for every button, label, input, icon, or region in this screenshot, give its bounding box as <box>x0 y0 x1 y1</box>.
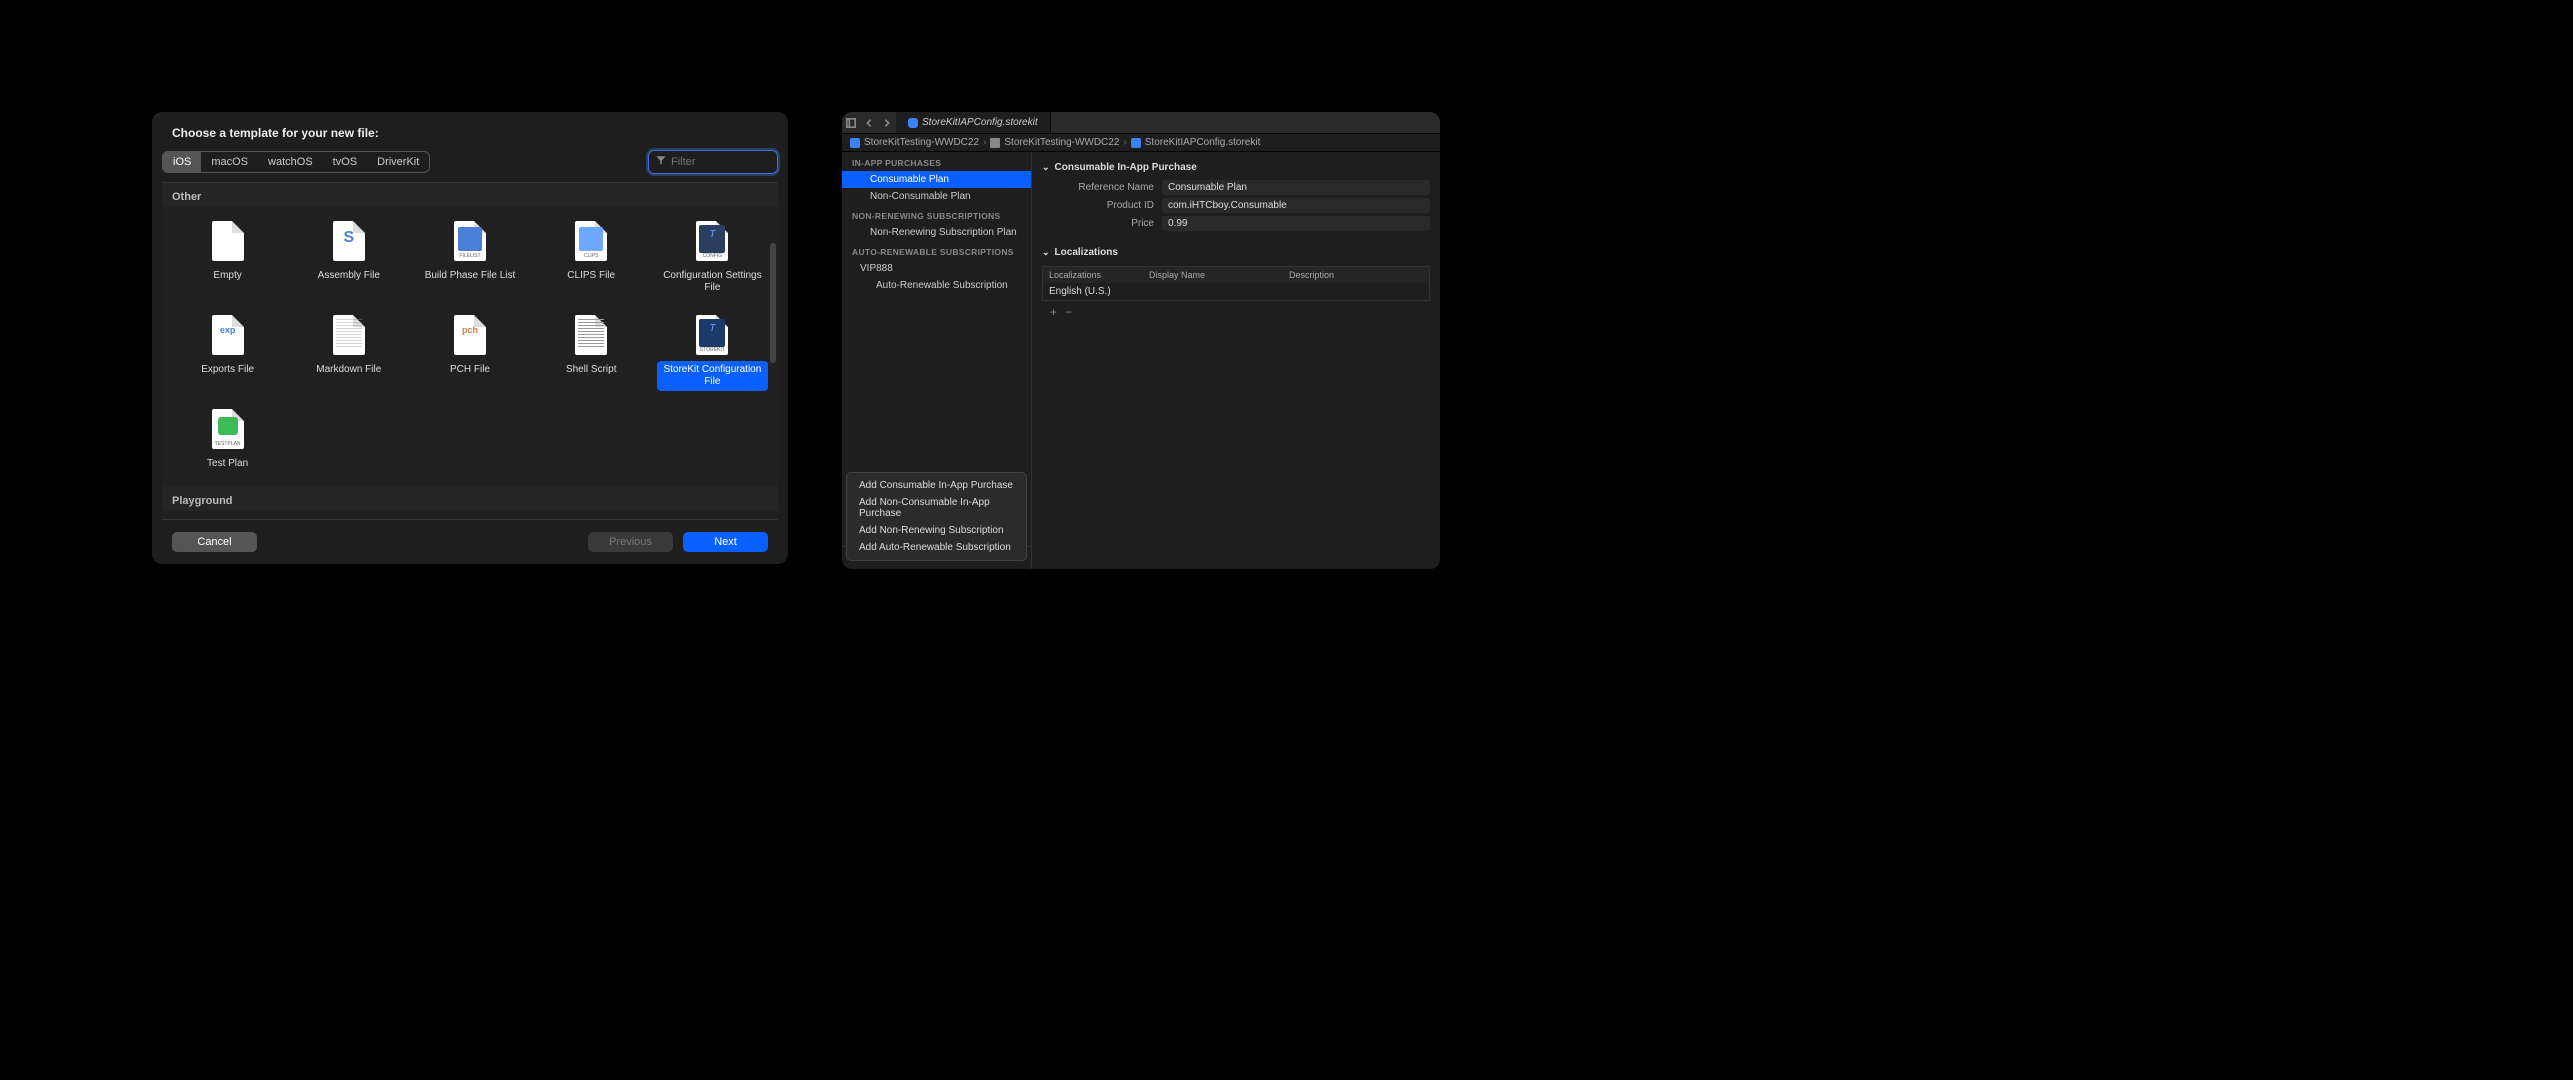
storekit-file-icon <box>908 118 918 128</box>
platform-bar: iOS macOS watchOS tvOS DriverKit <box>152 150 788 182</box>
group-autorenew: AUTO-RENEWABLE SUBSCRIPTIONS <box>842 241 1031 260</box>
sidebar-item-non-consumable-plan[interactable]: Non-Consumable Plan <box>842 188 1031 205</box>
template-configuration-settings-file[interactable]: CONFIGConfiguration Settings File <box>655 215 770 303</box>
label-product-id: Product ID <box>1042 200 1162 211</box>
template-markdown-file[interactable]: Markdown File <box>291 309 406 397</box>
loc-add-icon[interactable]: + <box>1050 305 1057 319</box>
previous-button[interactable]: Previous <box>588 532 673 552</box>
dialog-title: Choose a template for your new file: <box>152 112 788 150</box>
sidebar-toggle-icon[interactable] <box>842 112 860 134</box>
group-iap: IN-APP PURCHASES <box>842 152 1031 171</box>
breadcrumb-folder[interactable]: StoreKitTesting-WWDC22 <box>1004 137 1119 148</box>
localizations-table: Localizations Display Name Description E… <box>1042 266 1430 301</box>
add-non-consumable-iap[interactable]: Add Non-Consumable In-App Purchase <box>847 494 1026 522</box>
field-product-id[interactable]: com.iHTCboy.Consumable <box>1162 198 1430 213</box>
editor-main: ⌄Consumable In-App Purchase Reference Na… <box>1032 152 1440 569</box>
section-other: Other <box>162 183 778 207</box>
filter-icon <box>655 153 671 171</box>
sidebar-item-auto-renewable[interactable]: Auto-Renewable Subscription <box>842 277 1031 294</box>
storekit-icon <box>1131 138 1141 148</box>
section-playground: Playground <box>162 487 778 511</box>
nav-forward-icon[interactable] <box>878 112 896 134</box>
add-non-renewing-sub[interactable]: Add Non-Renewing Subscription <box>847 522 1026 539</box>
add-consumable-iap[interactable]: Add Consumable In-App Purchase <box>847 477 1026 494</box>
platform-ios[interactable]: iOS <box>163 152 201 172</box>
section-localizations[interactable]: ⌄Localizations <box>1042 243 1430 262</box>
breadcrumb[interactable]: StoreKitTesting-WWDC22› StoreKitTesting-… <box>842 134 1440 152</box>
next-button[interactable]: Next <box>683 532 768 552</box>
tab-bar: StoreKitIAPConfig.storekit <box>842 112 1440 134</box>
templates-area[interactable]: Other Empty SAssembly File FILELISTBuild… <box>162 182 778 520</box>
label-price: Price <box>1042 218 1162 229</box>
add-product-menu: Add Consumable In-App Purchase Add Non-C… <box>846 472 1027 561</box>
cancel-button[interactable]: Cancel <box>172 532 257 552</box>
breadcrumb-project[interactable]: StoreKitTesting-WWDC22 <box>864 137 979 148</box>
folder-icon <box>990 138 1000 148</box>
template-exports-file[interactable]: expExports File <box>170 309 285 397</box>
editor-sidebar: IN-APP PURCHASES Consumable Plan Non-Con… <box>842 152 1032 569</box>
platform-macos[interactable]: macOS <box>201 152 258 172</box>
template-build-phase-file-list[interactable]: FILELISTBuild Phase File List <box>412 215 527 303</box>
platform-tvos[interactable]: tvOS <box>323 152 367 172</box>
add-auto-renewable-sub[interactable]: Add Auto-Renewable Subscription <box>847 539 1026 556</box>
filter-field[interactable] <box>648 150 778 174</box>
loc-remove-icon[interactable]: − <box>1065 305 1072 319</box>
project-icon <box>850 138 860 148</box>
tab-title: StoreKitIAPConfig.storekit <box>922 117 1038 128</box>
platform-driverkit[interactable]: DriverKit <box>367 152 429 172</box>
dialog-buttons: Cancel Previous Next <box>152 520 788 564</box>
chevron-down-icon: ⌄ <box>1042 162 1050 173</box>
field-price[interactable]: 0.99 <box>1162 216 1430 231</box>
breadcrumb-file[interactable]: StoreKitIAPConfig.storekit <box>1145 137 1261 148</box>
template-assembly-file[interactable]: SAssembly File <box>291 215 406 303</box>
storekit-editor: StoreKitIAPConfig.storekit StoreKitTesti… <box>842 112 1440 569</box>
chevron-down-icon: ⌄ <box>1042 247 1050 258</box>
nav-back-icon[interactable] <box>860 112 878 134</box>
new-file-dialog: Choose a template for your new file: iOS… <box>152 112 788 564</box>
sidebar-item-consumable-plan[interactable]: Consumable Plan <box>842 171 1031 188</box>
sidebar-item-non-renewing[interactable]: Non-Renewing Subscription Plan <box>842 224 1031 241</box>
editor-tab[interactable]: StoreKitIAPConfig.storekit <box>896 112 1051 133</box>
template-storekit-configuration-file[interactable]: STOREKITStoreKit Configuration File <box>655 309 770 397</box>
platform-segment: iOS macOS watchOS tvOS DriverKit <box>162 151 430 173</box>
platform-watchos[interactable]: watchOS <box>258 152 323 172</box>
template-test-plan[interactable]: TESTPLANTest Plan <box>170 403 285 479</box>
filter-input[interactable] <box>671 156 771 168</box>
template-empty[interactable]: Empty <box>170 215 285 303</box>
section-iap-details[interactable]: ⌄Consumable In-App Purchase <box>1042 158 1430 177</box>
template-shell-script[interactable]: Shell Script <box>534 309 649 397</box>
field-reference-name[interactable]: Consumable Plan <box>1162 180 1430 195</box>
col-display-name[interactable]: Display Name <box>1143 267 1283 283</box>
template-pch-file[interactable]: pchPCH File <box>412 309 527 397</box>
table-row[interactable]: English (U.S.) <box>1043 283 1429 300</box>
template-clips-file[interactable]: CLIPSCLIPS File <box>534 215 649 303</box>
sidebar-item-vip888[interactable]: VIP888 <box>842 260 1031 277</box>
col-description[interactable]: Description <box>1283 267 1429 283</box>
col-localizations[interactable]: Localizations <box>1043 267 1143 283</box>
group-nonrenew: NON-RENEWING SUBSCRIPTIONS <box>842 205 1031 224</box>
scrollbar[interactable] <box>770 243 776 363</box>
label-reference-name: Reference Name <box>1042 182 1162 193</box>
